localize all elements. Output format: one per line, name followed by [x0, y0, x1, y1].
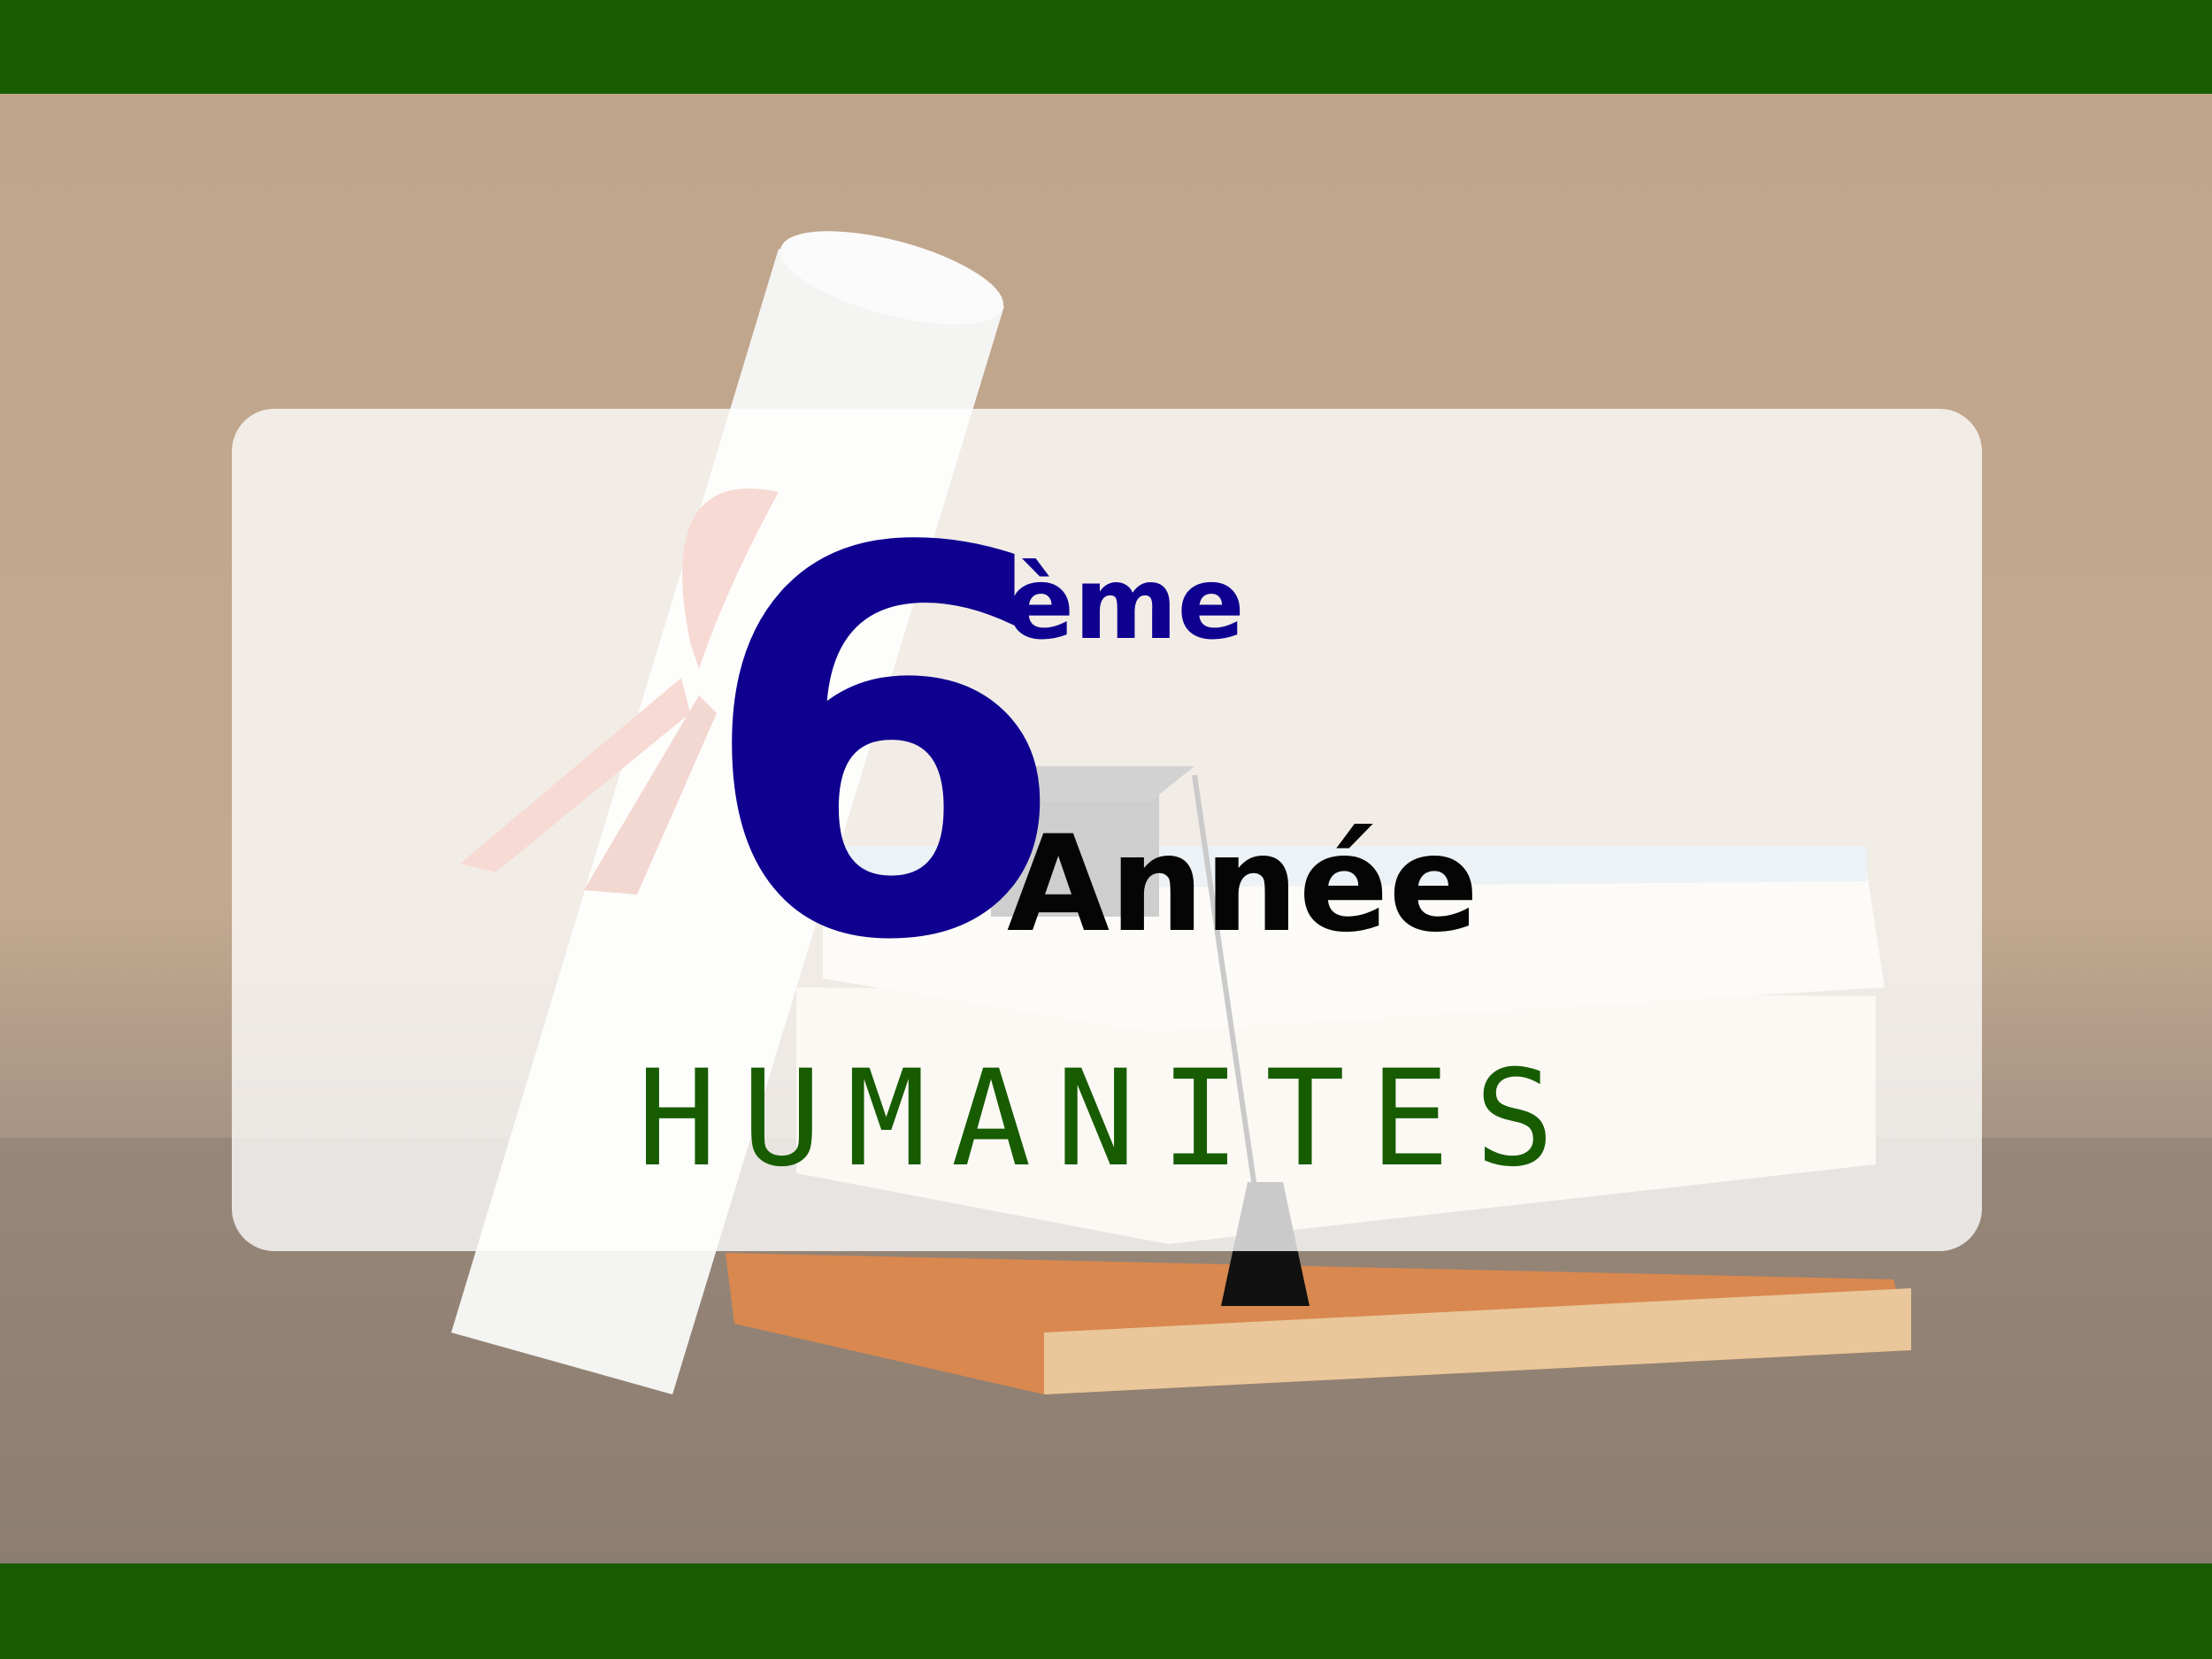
year-label: Année [1007, 808, 1479, 962]
bottom-green-bar [0, 1563, 2212, 1659]
grade-number: 6 [699, 438, 1069, 1056]
grade-superscript: ème [1007, 547, 1245, 662]
subject-label: HUMANITES [637, 1042, 1579, 1196]
top-green-bar [0, 0, 2212, 94]
